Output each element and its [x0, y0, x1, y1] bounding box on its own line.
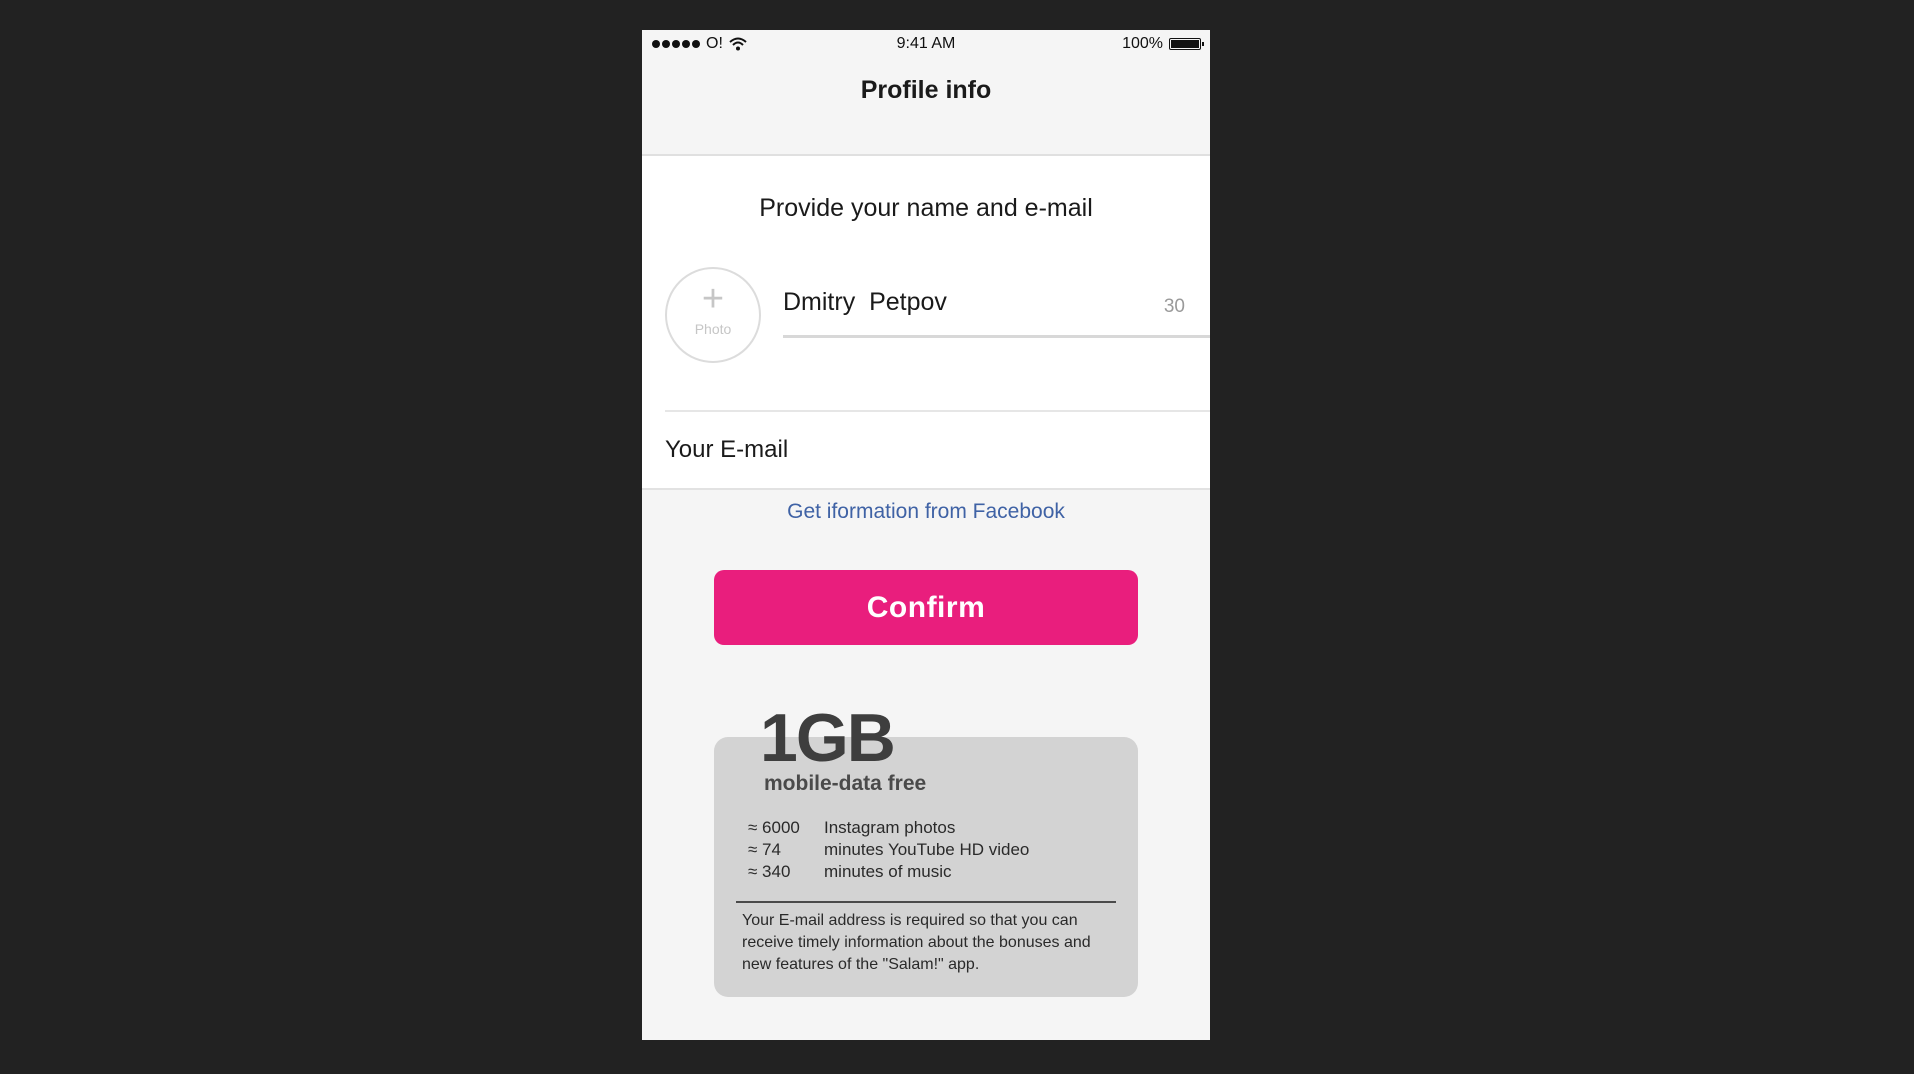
name-char-counter: 30 [1163, 296, 1185, 317]
photo-label: Photo [694, 321, 732, 337]
battery-icon [1169, 38, 1204, 50]
promo-note: Your E-mail address is required so that … [742, 912, 1091, 973]
name-field: 30 [783, 278, 1210, 338]
form-heading: Provide your name and e-mail [759, 194, 1093, 222]
battery-percent: 100% [1122, 35, 1163, 52]
promo-stats: ≈ 6000 Instagram photos ≈ 74 minutes You… [748, 817, 1029, 883]
promo-divider [736, 901, 1116, 903]
facebook-link[interactable]: Get iformation from Facebook [642, 500, 1210, 524]
page-title: Profile info [860, 76, 992, 104]
profile-form: Provide your name and e-mail + Photo 30 [642, 156, 1210, 490]
nav-bar: Profile info [642, 60, 1210, 156]
stat-row: ≈ 340 minutes of music [748, 861, 1029, 883]
phone-screen: O! 9:41 AM 100% Profile info Provide you… [642, 30, 1210, 1040]
stat-label: minutes YouTube HD video [824, 840, 1030, 859]
stat-row: ≈ 74 minutes YouTube HD video [748, 839, 1029, 861]
confirm-button[interactable]: Confirm [714, 570, 1138, 645]
stat-label: minutes of music [824, 862, 952, 881]
status-bar: O! 9:41 AM 100% [642, 30, 1210, 60]
plus-icon: + [701, 278, 725, 320]
stat-value: ≈ 340 [748, 862, 791, 881]
promo-subtitle: mobile-data free [764, 772, 927, 795]
add-photo-button[interactable]: + Photo [665, 267, 761, 363]
form-divider [665, 410, 1210, 412]
stat-row: ≈ 6000 Instagram photos [748, 817, 1029, 839]
stat-value: ≈ 6000 [748, 818, 800, 837]
name-input[interactable] [783, 288, 1123, 317]
stat-label: Instagram photos [824, 818, 956, 837]
promo-amount: 1GB [760, 700, 896, 776]
stat-value: ≈ 74 [748, 840, 781, 859]
email-input[interactable] [665, 436, 1185, 464]
status-right: 100% [1122, 35, 1204, 53]
